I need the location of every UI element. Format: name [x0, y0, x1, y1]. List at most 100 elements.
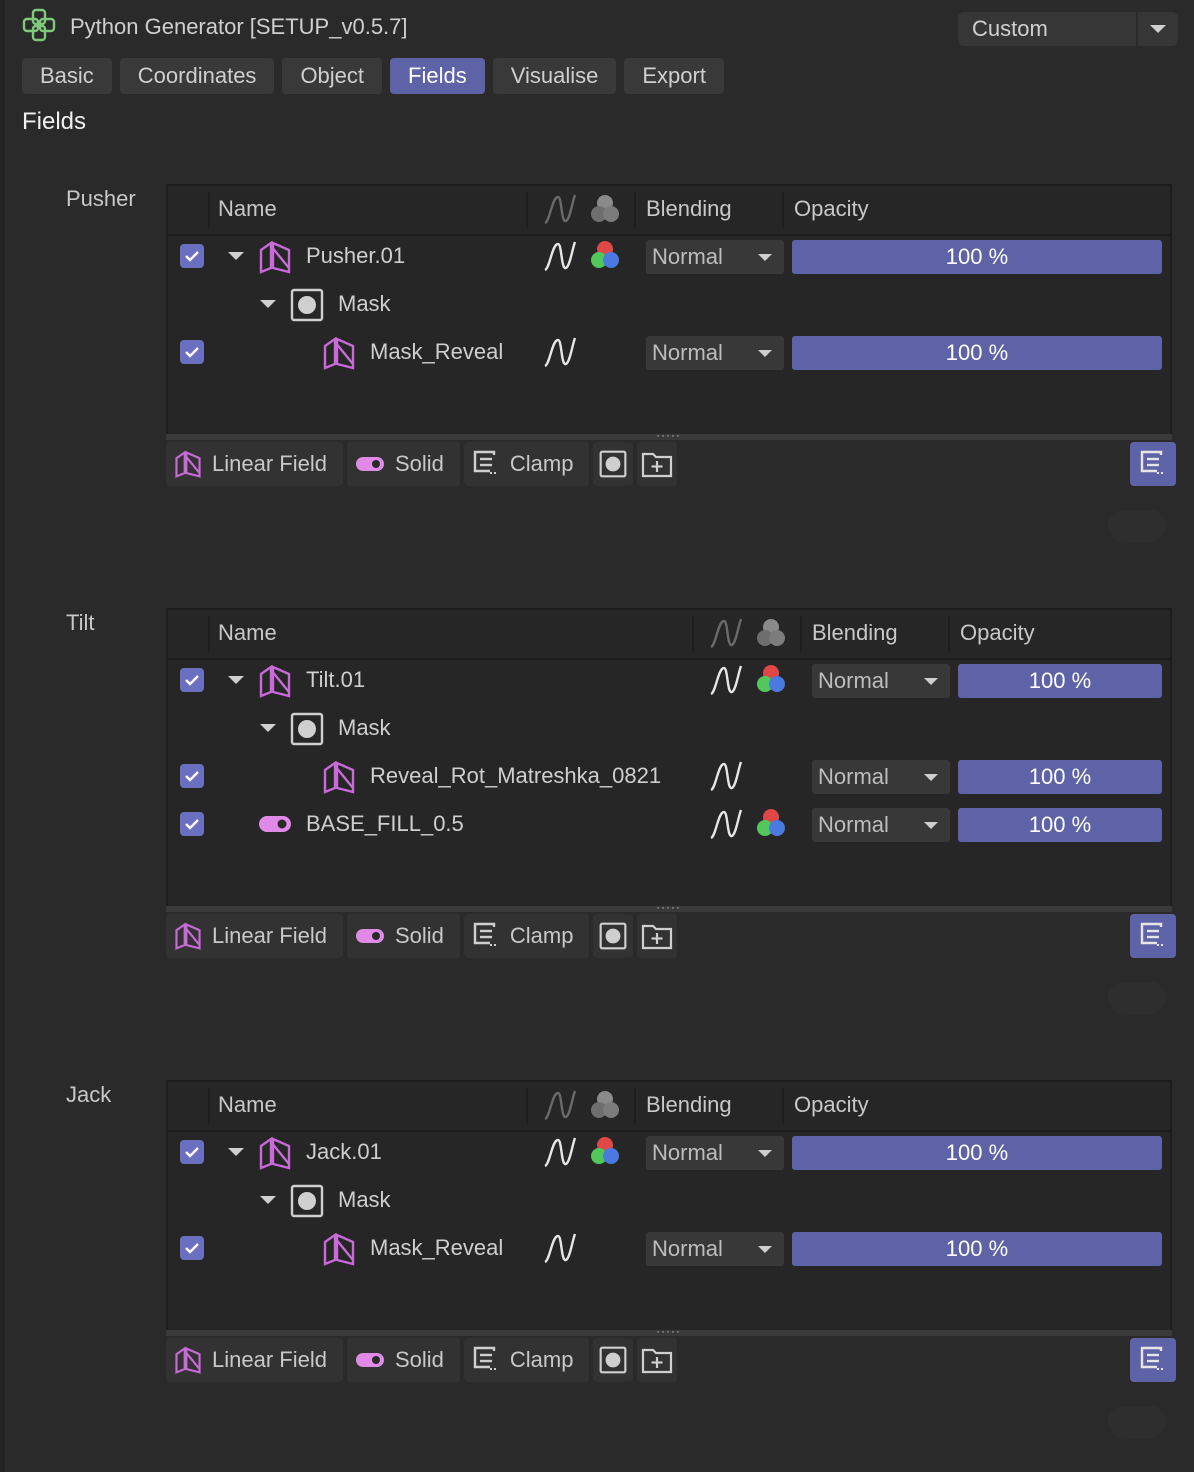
enable-checkbox[interactable] [180, 244, 204, 268]
add-mask-button[interactable] [593, 442, 634, 486]
expand-triangle-icon[interactable] [260, 300, 276, 308]
add-clamp-button[interactable]: Clamp [463, 442, 590, 486]
column-name[interactable]: Name [218, 1082, 277, 1128]
blending-dropdown[interactable]: Normal [646, 336, 784, 370]
expand-triangle-icon[interactable] [260, 1196, 276, 1204]
color-channel-icon[interactable] [588, 1134, 622, 1173]
blending-dropdown[interactable]: Normal [812, 760, 950, 794]
opacity-slider[interactable]: 100 % [792, 1136, 1162, 1170]
column-name[interactable]: Name [218, 186, 277, 232]
tab-export[interactable]: Export [624, 58, 724, 94]
color-channel-icon[interactable] [588, 1082, 622, 1128]
enable-checkbox[interactable] [180, 1140, 204, 1164]
field-row[interactable]: Mask_Reveal Normal 100 % [168, 328, 1170, 376]
tab-basic[interactable]: Basic [22, 58, 112, 94]
column-opacity[interactable]: Opacity [794, 186, 869, 232]
curve-icon[interactable] [708, 610, 744, 656]
column-blending[interactable]: Blending [812, 610, 898, 656]
field-row[interactable]: Mask_Reveal Normal 100 % [168, 1224, 1170, 1272]
python-generator-icon [22, 8, 56, 47]
toggle-pill[interactable] [1108, 510, 1166, 542]
enable-checkbox[interactable] [180, 764, 204, 788]
enable-checkbox[interactable] [180, 668, 204, 692]
enable-checkbox[interactable] [180, 340, 204, 364]
field-row[interactable]: Mask [168, 704, 1170, 752]
curve-icon[interactable] [708, 662, 744, 703]
curve-icon[interactable] [542, 1082, 578, 1128]
add-mask-button[interactable] [593, 914, 634, 958]
curve-icon[interactable] [542, 1134, 578, 1175]
color-channel-icon[interactable] [754, 610, 788, 656]
expand-triangle-icon[interactable] [228, 1148, 244, 1156]
add-solid-button[interactable]: Solid [346, 1338, 460, 1382]
column-name[interactable]: Name [218, 610, 277, 656]
add-folder-button[interactable] [637, 914, 678, 958]
expand-triangle-icon[interactable] [228, 252, 244, 260]
enable-checkbox[interactable] [180, 1236, 204, 1260]
resize-handle[interactable]: ····· [166, 1324, 1172, 1338]
blending-dropdown[interactable]: Normal [646, 1136, 784, 1170]
column-blending[interactable]: Blending [646, 186, 732, 232]
field-row[interactable]: Mask [168, 280, 1170, 328]
tab-coordinates[interactable]: Coordinates [119, 58, 275, 94]
tab-fields[interactable]: Fields [390, 58, 485, 94]
toggle-pill[interactable] [1108, 982, 1166, 1014]
column-opacity[interactable]: Opacity [960, 610, 1035, 656]
curve-icon[interactable] [708, 806, 744, 847]
chevron-down-icon [758, 253, 772, 261]
column-opacity[interactable]: Opacity [794, 1082, 869, 1128]
color-channel-icon[interactable] [588, 238, 622, 277]
resize-handle[interactable]: ····· [166, 900, 1172, 914]
opacity-slider[interactable]: 100 % [958, 808, 1162, 842]
curve-icon[interactable] [708, 758, 744, 799]
opacity-slider[interactable]: 100 % [958, 760, 1162, 794]
curve-icon[interactable] [542, 238, 578, 279]
color-channel-icon[interactable] [588, 186, 622, 232]
field-layer-options-button[interactable] [1130, 1338, 1176, 1382]
field-layer-options-button[interactable] [1130, 914, 1176, 958]
curve-icon[interactable] [542, 186, 578, 232]
opacity-slider[interactable]: 100 % [958, 664, 1162, 698]
add-clamp-button[interactable]: Clamp [463, 1338, 590, 1382]
field-toolbar: Linear Field Solid Clamp [166, 1338, 678, 1384]
chevron-down-icon[interactable] [1136, 12, 1178, 46]
add-clamp-button[interactable]: Clamp [463, 914, 590, 958]
add-linear-field-button[interactable]: Linear Field [166, 1338, 343, 1382]
blending-dropdown[interactable]: Normal [646, 240, 784, 274]
color-channel-icon[interactable] [754, 806, 788, 845]
add-mask-button[interactable] [593, 1338, 634, 1382]
expand-triangle-icon[interactable] [228, 676, 244, 684]
column-blending[interactable]: Blending [646, 1082, 732, 1128]
field-row[interactable]: Pusher.01 Normal 100 % [168, 232, 1170, 280]
add-linear-field-button[interactable]: Linear Field [166, 914, 343, 958]
field-row[interactable]: Tilt.01 Normal 100 % [168, 656, 1170, 704]
field-layer-options-button[interactable] [1130, 442, 1176, 486]
add-linear-field-button[interactable]: Linear Field [166, 442, 343, 486]
blending-dropdown[interactable]: Normal [812, 664, 950, 698]
curve-icon[interactable] [542, 334, 578, 375]
tab-object[interactable]: Object [282, 58, 383, 94]
enable-checkbox[interactable] [180, 812, 204, 836]
toggle-pill[interactable] [1108, 1406, 1166, 1438]
opacity-slider[interactable]: 100 % [792, 336, 1162, 370]
preset-dropdown[interactable]: Custom [958, 12, 1178, 46]
opacity-slider[interactable]: 100 % [792, 1232, 1162, 1266]
blending-dropdown[interactable]: Normal [812, 808, 950, 842]
field-name: BASE_FILL_0.5 [306, 811, 464, 836]
add-solid-button[interactable]: Solid [346, 442, 460, 486]
color-channel-icon[interactable] [754, 662, 788, 701]
blending-dropdown[interactable]: Normal [646, 1232, 784, 1266]
add-solid-button[interactable]: Solid [346, 914, 460, 958]
resize-handle[interactable]: ····· [166, 428, 1172, 442]
field-row[interactable]: BASE_FILL_0.5 Normal 100 % [168, 800, 1170, 848]
tab-visualise[interactable]: Visualise [492, 58, 617, 94]
field-row[interactable]: Jack.01 Normal 100 % [168, 1128, 1170, 1176]
add-folder-button[interactable] [637, 1338, 678, 1382]
add-folder-button[interactable] [637, 442, 678, 486]
field-row[interactable]: Reveal_Rot_Matreshka_0821 Normal 100 % [168, 752, 1170, 800]
expand-triangle-icon[interactable] [260, 724, 276, 732]
linear-field-icon [258, 1136, 292, 1175]
opacity-slider[interactable]: 100 % [792, 240, 1162, 274]
field-row[interactable]: Mask [168, 1176, 1170, 1224]
curve-icon[interactable] [542, 1230, 578, 1271]
